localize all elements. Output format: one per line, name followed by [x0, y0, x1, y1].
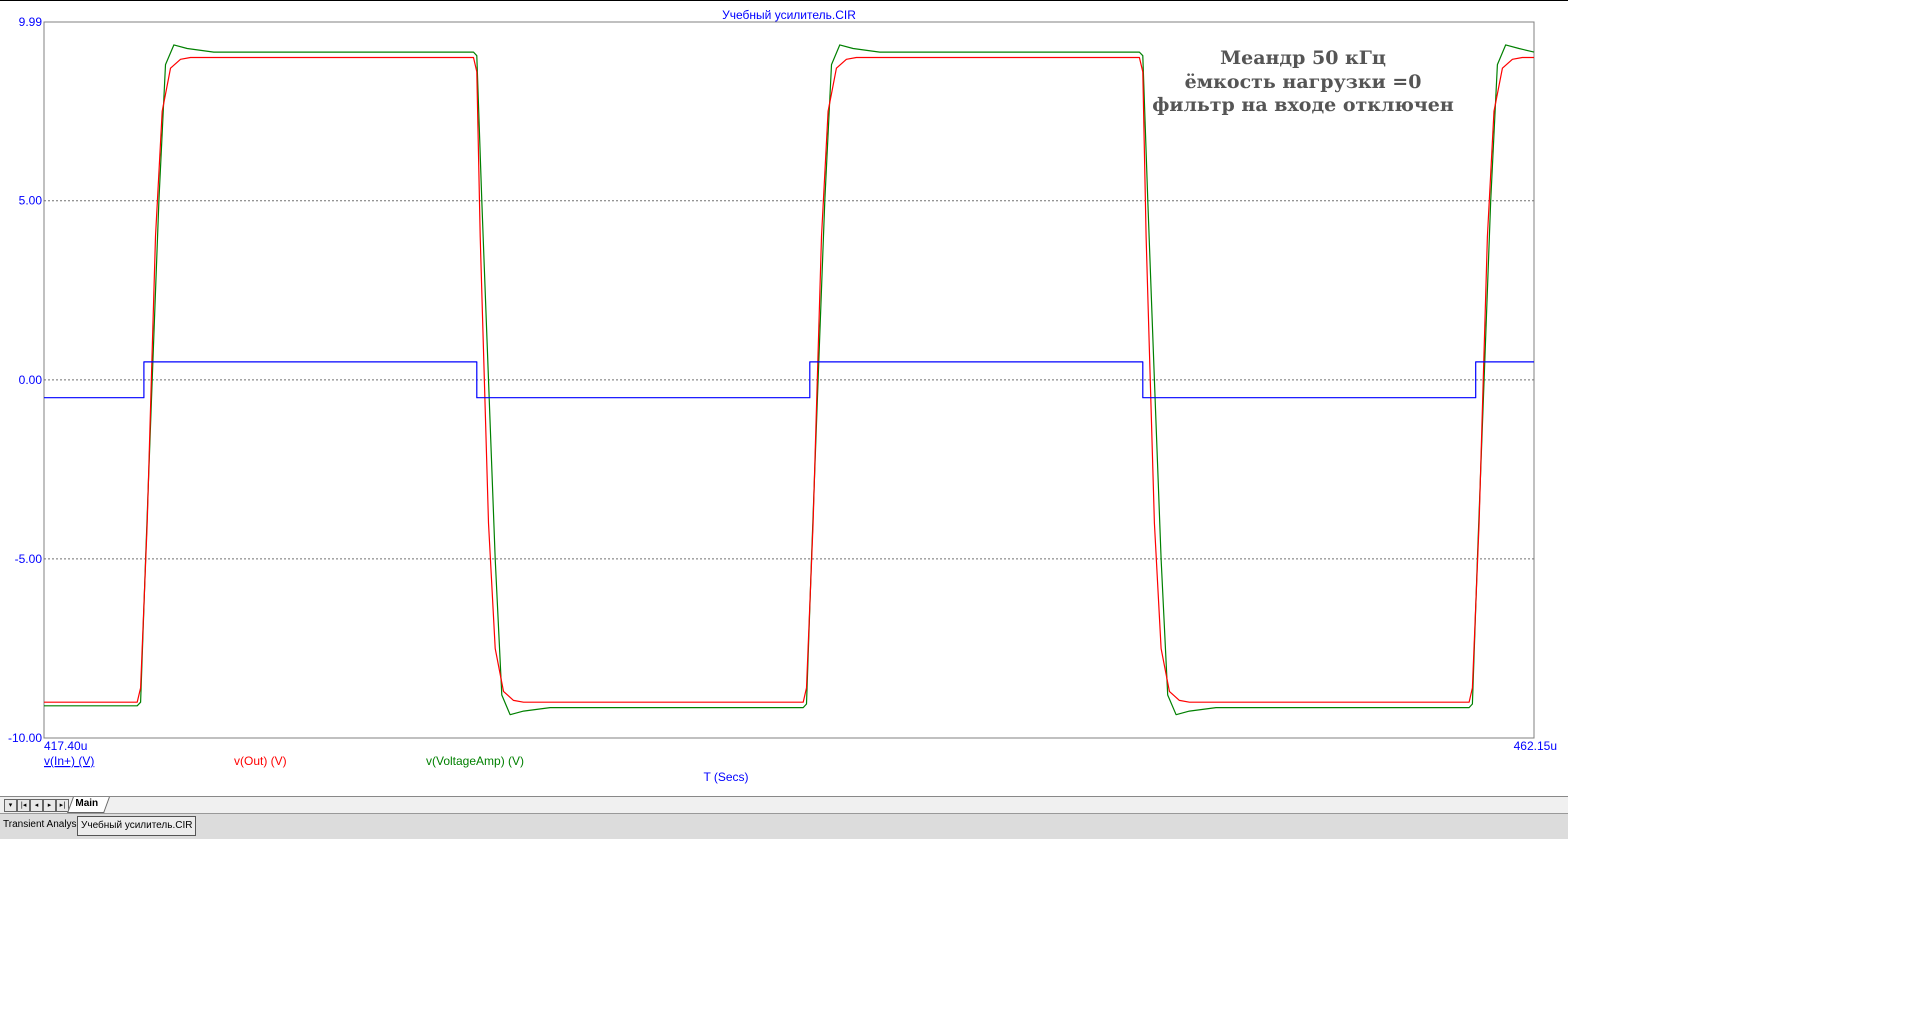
y-tick-label: 9.99 [19, 15, 43, 29]
dropdown-button[interactable]: ▾ [4, 799, 17, 812]
tab-transient-analysis[interactable]: Transient Analysis [0, 816, 87, 834]
y-tick-label: 5.00 [19, 194, 43, 208]
next-tab-button[interactable]: ▸ [43, 799, 56, 812]
x-tick-label-end: 462.15u [1514, 739, 1557, 753]
x-tick-label-start: 417.40u [44, 739, 87, 753]
chart-title: Учебный усилитель.CIR [722, 8, 856, 22]
tab-main[interactable]: Main [67, 797, 110, 813]
first-tab-button[interactable]: |◂ [17, 799, 30, 812]
y-tick-label: 0.00 [19, 373, 43, 387]
annotation-line-3: фильтр на входе отключен [1152, 94, 1454, 116]
tab-circuit-file[interactable]: Учебный усилитель.CIR [77, 816, 197, 836]
y-tick-label: -5.00 [15, 552, 43, 566]
sheet-tab-bar: ▾ |◂ ◂ ▸ ▸| Main [0, 796, 1568, 813]
legend-vout[interactable]: v(Out) (V) [234, 754, 287, 768]
annotation-line-1: Меандр 50 кГц [1220, 47, 1386, 69]
x-axis-label: T (Secs) [703, 770, 748, 784]
chart-area[interactable]: 9.99 5.00 0.00 -5.00 -10.00 Учебный усилител… [0, 0, 1568, 796]
tab-main-label: Main [75, 798, 99, 809]
prev-tab-button[interactable]: ◂ [30, 799, 43, 812]
legend-vamp[interactable]: v(VoltageAmp) (V) [426, 754, 524, 768]
y-tick-labels: 9.99 5.00 0.00 -5.00 -10.00 [8, 15, 42, 745]
status-bar: Transient Analysis Учебный усилитель.CIR [0, 813, 1568, 839]
y-tick-label: -10.00 [8, 731, 42, 745]
annotation-line-2: ёмкость нагрузки =0 [1185, 71, 1422, 93]
legend-vin[interactable]: v(In+) (V) [44, 754, 94, 768]
